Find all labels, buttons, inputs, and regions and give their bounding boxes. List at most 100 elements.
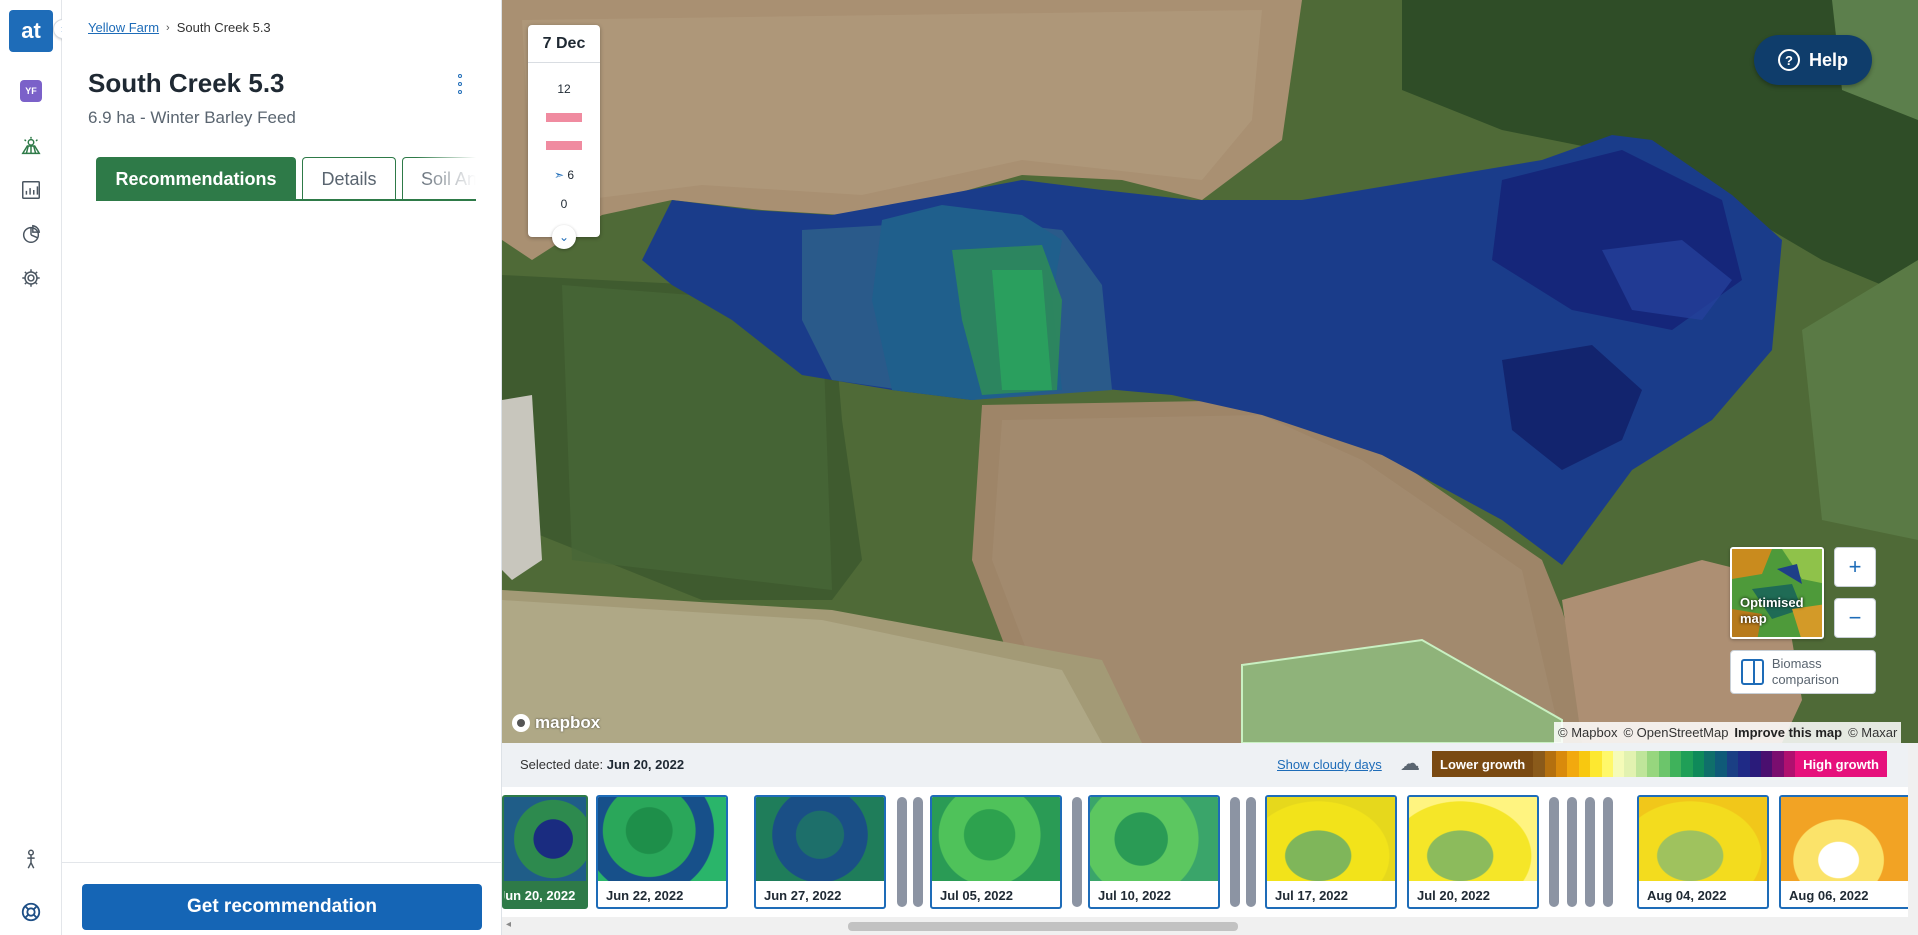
scale-top-value: 12 bbox=[557, 82, 571, 96]
legend-swatch bbox=[1612, 751, 1625, 777]
timeline-thumb[interactable]: Aug 04, 2022 bbox=[1637, 795, 1769, 909]
attribution-osm[interactable]: © OpenStreetMap bbox=[1623, 725, 1728, 740]
zoom-in-button[interactable]: + bbox=[1834, 547, 1876, 587]
legend-swatch bbox=[1726, 751, 1739, 777]
cursor-arrow-icon: ➣ bbox=[553, 168, 565, 182]
person-icon[interactable] bbox=[18, 846, 44, 872]
chevron-down-icon[interactable]: ⌄ bbox=[552, 225, 576, 249]
scroll-left-icon[interactable]: ◂ bbox=[506, 919, 511, 930]
breadcrumb-current: South Creek 5.3 bbox=[176, 20, 271, 35]
legend-color-ramp bbox=[1533, 751, 1796, 777]
legend-swatch bbox=[1601, 751, 1613, 777]
cloudy-day-marker[interactable] bbox=[1603, 797, 1613, 907]
cloudy-day-marker[interactable] bbox=[1567, 797, 1577, 907]
zoom-out-button[interactable]: − bbox=[1834, 598, 1876, 638]
legend-swatch bbox=[1692, 751, 1705, 777]
improve-map-link[interactable]: Improve this map bbox=[1734, 725, 1842, 740]
cloudy-day-marker[interactable] bbox=[1230, 797, 1240, 907]
timeline-header: Selected date: Jun 20, 2022 Show cloudy … bbox=[502, 743, 1918, 787]
image-timeline: Jun 20, 2022 Jun 22, 2022 Jun 27, 2022 J… bbox=[502, 787, 1908, 917]
optimised-map-button[interactable]: Optimised map bbox=[1730, 547, 1824, 639]
biomass-comparison-label: Biomass comparison bbox=[1771, 656, 1840, 687]
panel-footer: Get recommendation bbox=[62, 862, 502, 935]
help-button[interactable]: ? Help bbox=[1754, 35, 1872, 85]
cloudy-day-marker[interactable] bbox=[913, 797, 923, 907]
scale-bar bbox=[546, 113, 582, 122]
scale-arrow-value: ➣ 6 bbox=[553, 168, 575, 182]
breadcrumb: Yellow Farm › South Creek 5.3 bbox=[88, 20, 271, 35]
scrollbar-thumb[interactable] bbox=[848, 922, 1238, 931]
legend-swatch bbox=[1578, 751, 1591, 777]
pie-chart-icon[interactable] bbox=[18, 221, 44, 247]
legend-swatch bbox=[1658, 751, 1670, 777]
attribution-mapbox[interactable]: © Mapbox bbox=[1558, 725, 1617, 740]
more-options-icon[interactable] bbox=[452, 72, 468, 96]
split-view-icon bbox=[1741, 659, 1764, 685]
scale-bar bbox=[546, 141, 582, 150]
legend-swatch bbox=[1567, 751, 1579, 777]
app-logo[interactable]: at bbox=[9, 10, 53, 52]
legend-swatch bbox=[1624, 751, 1636, 777]
biomass-comparison-button[interactable]: Biomass comparison bbox=[1730, 650, 1876, 694]
timeline-thumb[interactable]: Jul 10, 2022 bbox=[1088, 795, 1220, 909]
legend-swatch bbox=[1544, 751, 1556, 777]
page-title: South Creek 5.3 bbox=[88, 68, 285, 98]
legend-swatch bbox=[1590, 751, 1602, 777]
timeline-thumb[interactable]: Jun 27, 2022 bbox=[754, 795, 886, 909]
legend-swatch bbox=[1738, 751, 1750, 777]
gear-icon[interactable] bbox=[18, 265, 44, 291]
question-icon: ? bbox=[1777, 49, 1800, 71]
legend-swatch bbox=[1556, 751, 1568, 777]
legend-high-label: High growth bbox=[1795, 751, 1887, 777]
legend-swatch bbox=[1715, 751, 1727, 777]
cloudy-day-marker[interactable] bbox=[1246, 797, 1256, 907]
legend-swatch bbox=[1749, 751, 1762, 777]
timeline-thumb[interactable]: Aug 06, 2022 bbox=[1779, 795, 1908, 909]
timeline-thumb[interactable]: Jul 17, 2022 bbox=[1265, 795, 1397, 909]
legend-swatch bbox=[1635, 751, 1648, 777]
legend-swatch bbox=[1681, 751, 1693, 777]
cloud-icon: ☁ bbox=[1400, 753, 1420, 775]
cloudy-day-marker[interactable] bbox=[1585, 797, 1595, 907]
legend-swatch bbox=[1669, 751, 1682, 777]
legend-swatch bbox=[1533, 751, 1545, 777]
icon-rail: at › YF bbox=[0, 0, 73, 935]
map-view[interactable]: 7 Dec 12 ➣ 6 0 ⌄ ? Help Optimised map + … bbox=[502, 0, 1918, 743]
timeline-thumb[interactable]: Jun 20, 2022 bbox=[502, 795, 588, 909]
growth-legend: Lower growth High growth bbox=[1432, 751, 1887, 777]
legend-low-label: Lower growth bbox=[1432, 751, 1534, 777]
cloudy-day-marker[interactable] bbox=[897, 797, 907, 907]
tab-bar: Recommendations Details Soil An bbox=[96, 157, 476, 201]
selected-date: Selected date: Jun 20, 2022 bbox=[520, 757, 685, 772]
attribution-maxar[interactable]: © Maxar bbox=[1848, 725, 1897, 740]
tab-details[interactable]: Details bbox=[302, 157, 396, 199]
legend-swatch bbox=[1772, 751, 1784, 777]
legend-swatch bbox=[1704, 751, 1716, 777]
cloudy-day-marker[interactable] bbox=[1072, 797, 1082, 907]
vertical-scrollbar[interactable] bbox=[1908, 743, 1918, 935]
timeline-thumb[interactable]: Jul 20, 2022 bbox=[1407, 795, 1539, 909]
date-scale-card[interactable]: 7 Dec 12 ➣ 6 0 ⌄ bbox=[528, 25, 600, 249]
timeline-scrollbar[interactable]: ◂ bbox=[502, 917, 1908, 935]
breadcrumb-chevron-icon: › bbox=[166, 21, 170, 34]
mapbox-icon bbox=[512, 714, 530, 732]
support-icon[interactable] bbox=[18, 899, 44, 925]
scale-bottom-value: 0 bbox=[560, 197, 568, 211]
breadcrumb-farm-link[interactable]: Yellow Farm bbox=[88, 20, 159, 35]
chart-icon[interactable] bbox=[18, 177, 44, 203]
tab-recommendations[interactable]: Recommendations bbox=[96, 157, 296, 199]
field-panel: Yellow Farm › South Creek 5.3 South Cree… bbox=[62, 0, 502, 935]
legend-swatch bbox=[1761, 751, 1773, 777]
crop-field-icon[interactable] bbox=[18, 133, 44, 159]
optimised-map-label: Optimised map bbox=[1740, 595, 1804, 626]
field-subtitle: 6.9 ha - Winter Barley Feed bbox=[88, 108, 296, 127]
scale-date: 7 Dec bbox=[528, 25, 600, 63]
timeline-thumb[interactable]: Jul 05, 2022 bbox=[930, 795, 1062, 909]
timeline-thumb[interactable]: Jun 22, 2022 bbox=[596, 795, 728, 909]
show-cloudy-days-link[interactable]: Show cloudy days bbox=[1277, 757, 1382, 772]
legend-swatch bbox=[1647, 751, 1659, 777]
cloudy-day-marker[interactable] bbox=[1549, 797, 1559, 907]
mapbox-logo[interactable]: mapbox bbox=[512, 713, 600, 733]
get-recommendation-button[interactable]: Get recommendation bbox=[82, 884, 482, 930]
farm-badge[interactable]: YF bbox=[20, 80, 42, 102]
